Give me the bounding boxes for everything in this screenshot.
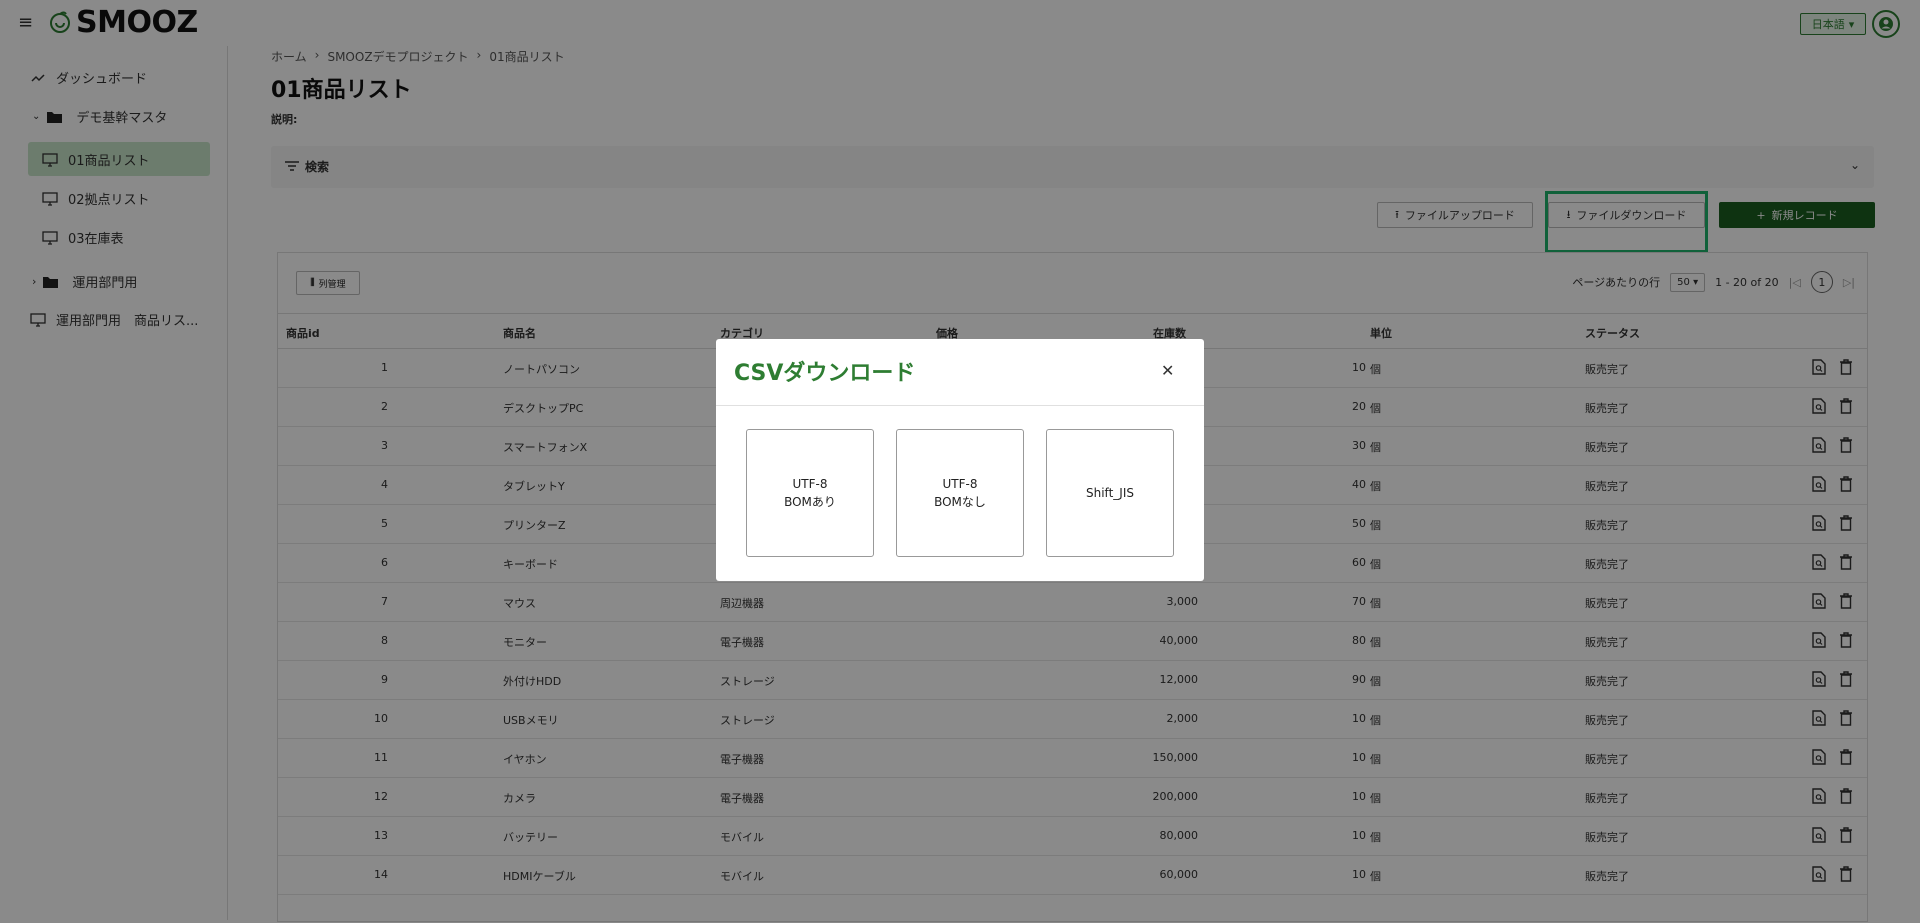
dialog-divider <box>716 405 1204 406</box>
option-line1: UTF-8 <box>942 477 978 491</box>
dialog-title: CSVダウンロード <box>734 361 916 386</box>
csv-download-dialog: CSVダウンロード ✕ UTF-8 BOMあり UTF-8 BOMなし Shif… <box>716 339 1204 581</box>
utf8-bom-option[interactable]: UTF-8 BOMあり <box>746 429 874 557</box>
close-icon[interactable]: ✕ <box>1161 361 1174 380</box>
shift-jis-option[interactable]: Shift_JIS <box>1046 429 1174 557</box>
utf8-nobom-option[interactable]: UTF-8 BOMなし <box>896 429 1024 557</box>
option-line1: UTF-8 <box>792 477 828 491</box>
option-line1: Shift_JIS <box>1086 486 1134 500</box>
option-line2: BOMあり <box>784 495 836 509</box>
option-line2: BOMなし <box>934 495 986 509</box>
